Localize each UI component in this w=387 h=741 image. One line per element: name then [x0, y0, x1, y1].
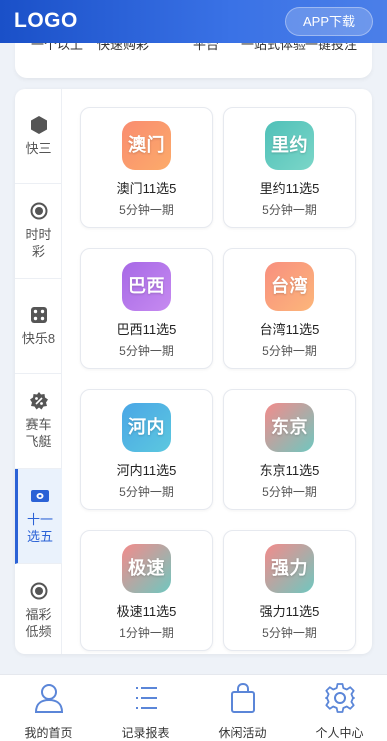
radio-target-icon: [30, 202, 48, 220]
game-name: 里约11选5: [259, 181, 320, 196]
cut-text-4: 一站式体验: [241, 43, 307, 52]
top-info-card: 一个以上 快速购彩 平台 一站式体验 一键投注: [15, 43, 372, 78]
tab-home[interactable]: 我的首页: [0, 675, 97, 741]
game-name: 台湾11选5: [259, 322, 320, 337]
cut-text-2: 快速购彩: [97, 43, 150, 52]
game-tile-macau[interactable]: 澳门 澳门11选5 5分钟一期: [80, 107, 213, 228]
game-name: 东京11选5: [259, 463, 320, 478]
cut-text-3: 平台: [193, 43, 220, 52]
game-badge: 强力: [265, 544, 314, 593]
game-badge: 极速: [122, 544, 171, 593]
sidebar-item-label: 快三: [25, 140, 52, 156]
hexagon-icon: [30, 115, 48, 134]
sidebar-item-shiyixuanwu[interactable]: 十一选五: [15, 469, 62, 564]
game-name: 巴西11选5: [116, 322, 177, 337]
game-tile-rio[interactable]: 里约 里约11选5 5分钟一期: [223, 107, 356, 228]
ticket-icon: [31, 487, 49, 505]
user-icon: [33, 682, 65, 714]
game-category-panel: 快三 时时彩 快乐8 赛车飞艇 十一选五 福彩低频 澳门 澳门11选5 5分钟一…: [15, 89, 372, 654]
app-download-label: APP下载: [302, 14, 355, 29]
sidebar-item-fucai[interactable]: 福彩低频: [15, 564, 62, 654]
header-bar: LOGO APP下载: [0, 0, 387, 43]
tab-activities[interactable]: 休闲活动: [194, 675, 291, 741]
tab-label: 个人中心: [315, 726, 364, 740]
game-period: 1分钟一期: [119, 626, 174, 640]
sidebar-item-label: 快乐8: [21, 330, 56, 346]
gear-badge-icon: [29, 392, 48, 410]
sidebar-item-kuaile8[interactable]: 快乐8: [15, 279, 62, 374]
game-tile-tokyo[interactable]: 东京 东京11选5 5分钟一期: [223, 389, 356, 510]
game-period: 5分钟一期: [119, 485, 174, 499]
app-download-button[interactable]: APP下载: [285, 7, 373, 36]
cut-text-5: 一键投注: [305, 43, 358, 52]
logo: LOGO: [14, 9, 78, 32]
shopping-bag-icon: [227, 682, 259, 714]
game-badge: 澳门: [122, 121, 171, 170]
game-name: 强力11选5: [259, 604, 320, 619]
tab-profile[interactable]: 个人中心: [291, 675, 387, 741]
sidebar-item-label: 福彩低频: [25, 607, 52, 639]
game-tile-qiangli[interactable]: 强力 强力11选5 5分钟一期: [223, 530, 356, 651]
game-badge: 里约: [265, 121, 314, 170]
game-period: 5分钟一期: [262, 203, 317, 217]
game-period: 5分钟一期: [262, 626, 317, 640]
game-name: 河内11选5: [116, 463, 177, 478]
sidebar-item-label: 赛车飞艇: [25, 417, 52, 449]
bottom-tab-bar: 我的首页 记录报表 休闲活动 个人中心: [0, 674, 387, 741]
sidebar-item-kuaisan[interactable]: 快三: [15, 89, 62, 184]
game-tile-taiwan[interactable]: 台湾 台湾11选5 5分钟一期: [223, 248, 356, 369]
list-icon: [130, 682, 162, 714]
tab-records[interactable]: 记录报表: [97, 675, 194, 741]
tab-label: 记录报表: [121, 726, 170, 740]
cut-text-1: 一个以上: [31, 43, 84, 52]
game-period: 5分钟一期: [262, 485, 317, 499]
game-name: 澳门11选5: [116, 181, 177, 196]
sidebar-item-saiche[interactable]: 赛车飞艇: [15, 374, 62, 469]
tab-label: 休闲活动: [218, 726, 267, 740]
game-period: 5分钟一期: [262, 344, 317, 358]
game-badge: 河内: [122, 403, 171, 452]
game-period: 5分钟一期: [119, 203, 174, 217]
gear-icon: [324, 682, 356, 714]
game-badge: 东京: [265, 403, 314, 452]
game-badge: 台湾: [265, 262, 314, 311]
sidebar-item-label: 十一选五: [26, 512, 53, 544]
dice-icon: [30, 306, 48, 324]
game-tile-jisu[interactable]: 极速 极速11选5 1分钟一期: [80, 530, 213, 651]
game-tile-brazil[interactable]: 巴西 巴西11选5 5分钟一期: [80, 248, 213, 369]
game-period: 5分钟一期: [119, 344, 174, 358]
game-name: 极速11选5: [116, 604, 177, 619]
game-badge: 巴西: [122, 262, 171, 311]
sidebar-item-shishicai[interactable]: 时时彩: [15, 184, 62, 279]
tab-label: 我的首页: [24, 726, 73, 740]
category-sidebar: 快三 时时彩 快乐8 赛车飞艇 十一选五 福彩低频: [15, 89, 62, 654]
sidebar-item-label: 时时彩: [25, 227, 52, 259]
radio-target-icon: [30, 582, 48, 600]
game-tile-hanoi[interactable]: 河内 河内11选5 5分钟一期: [80, 389, 213, 510]
